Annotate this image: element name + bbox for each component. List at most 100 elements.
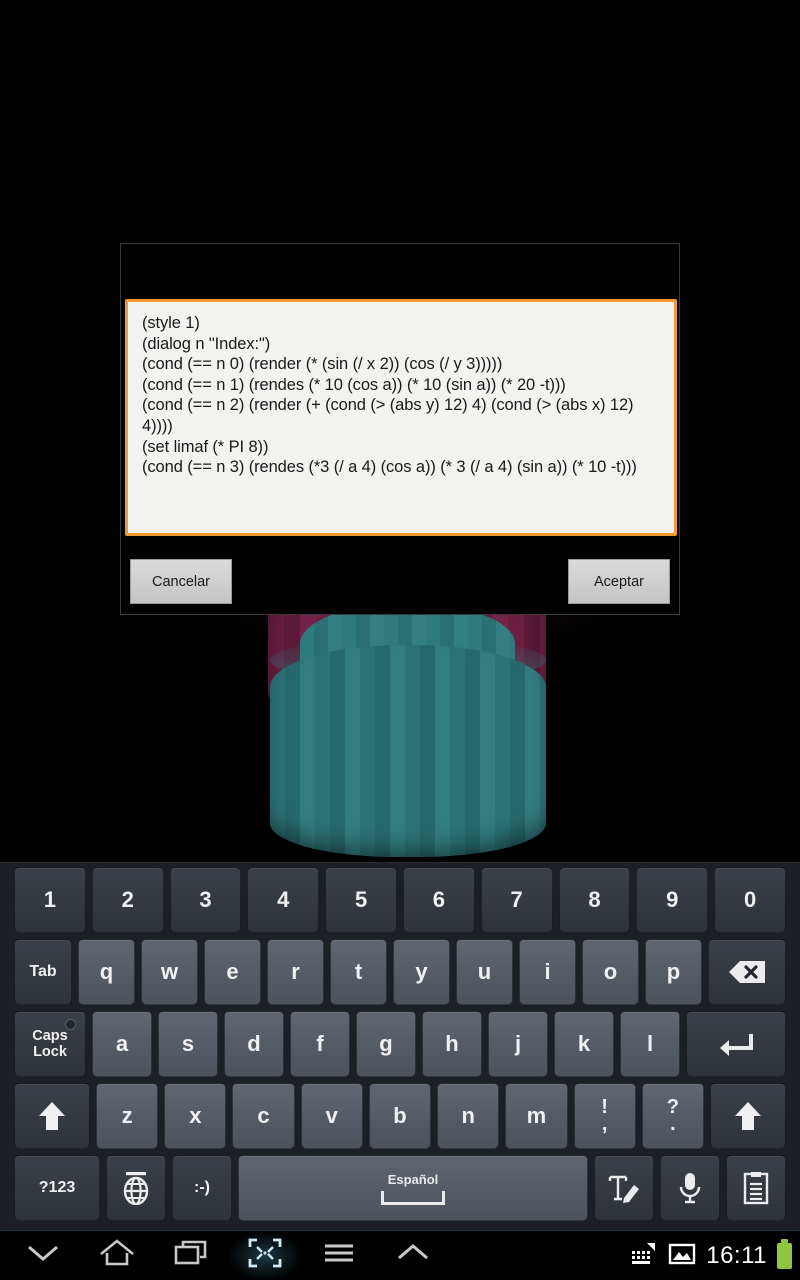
caps-lock-key[interactable]: Caps Lock xyxy=(14,1011,86,1077)
keyboard-row-home: Caps Lock a s d f g h j k l xyxy=(4,1011,796,1077)
expand-up-button[interactable] xyxy=(376,1231,450,1280)
key-p[interactable]: p xyxy=(645,939,702,1005)
home-button[interactable] xyxy=(80,1231,154,1280)
key-b[interactable]: b xyxy=(368,1083,432,1149)
handwriting-key[interactable] xyxy=(594,1155,654,1221)
hide-keyboard-icon xyxy=(26,1242,60,1269)
recent-apps-button[interactable] xyxy=(154,1231,228,1280)
handwriting-pen-icon xyxy=(607,1172,641,1204)
key-f[interactable]: f xyxy=(290,1011,350,1077)
cancel-button[interactable]: Cancelar xyxy=(130,559,232,604)
key-x[interactable]: x xyxy=(164,1083,227,1149)
key-question-period[interactable]: ? . xyxy=(641,1083,704,1149)
screenshot-icon xyxy=(248,1238,282,1273)
key-l[interactable]: l xyxy=(620,1011,680,1077)
keyboard-row-numbers: 1 2 3 4 5 6 7 8 9 0 xyxy=(4,867,796,933)
expand-up-icon xyxy=(396,1242,430,1269)
backspace-icon xyxy=(727,959,767,985)
screenshot-button[interactable] xyxy=(228,1230,302,1280)
key-0[interactable]: 0 xyxy=(714,867,786,933)
key-m[interactable]: m xyxy=(505,1083,568,1149)
dialog-title-bar xyxy=(121,244,679,299)
key-q[interactable]: q xyxy=(78,939,135,1005)
key-3[interactable]: 3 xyxy=(169,867,242,933)
key-t[interactable]: t xyxy=(330,939,387,1005)
menu-icon xyxy=(323,1242,355,1269)
key-w[interactable]: w xyxy=(141,939,198,1005)
hide-keyboard-button[interactable] xyxy=(6,1231,80,1280)
spacebar-marker-icon xyxy=(381,1190,445,1205)
enter-key[interactable] xyxy=(686,1011,786,1077)
space-key[interactable]: Español xyxy=(238,1155,588,1221)
key-h[interactable]: h xyxy=(422,1011,482,1077)
key-4[interactable]: 4 xyxy=(247,867,320,933)
dialog-title xyxy=(121,244,679,260)
menu-button[interactable] xyxy=(302,1231,376,1280)
script-editor-dialog: (style 1) (dialog n "Index:") (cond (== … xyxy=(120,243,680,615)
image-status-icon[interactable] xyxy=(668,1242,696,1271)
keyboard-language-label: Español xyxy=(387,1171,439,1187)
keyboard-row-functions: ?123 :-) Español xyxy=(4,1155,796,1221)
keyboard-status-icon[interactable] xyxy=(630,1241,658,1272)
key-r[interactable]: r xyxy=(267,939,324,1005)
backspace-key[interactable] xyxy=(708,939,786,1005)
symbols-key[interactable]: ?123 xyxy=(14,1155,100,1221)
key-y[interactable]: y xyxy=(393,939,450,1005)
key-8[interactable]: 8 xyxy=(558,867,631,933)
key-z[interactable]: z xyxy=(96,1083,159,1149)
key-i[interactable]: i xyxy=(519,939,576,1005)
recent-apps-icon xyxy=(173,1239,209,1272)
globe-language-icon xyxy=(121,1171,151,1205)
key-n[interactable]: n xyxy=(437,1083,500,1149)
caps-lock-label-line2: Lock xyxy=(33,1044,67,1060)
language-key[interactable] xyxy=(106,1155,166,1221)
key-1[interactable]: 1 xyxy=(14,867,86,933)
key-o[interactable]: o xyxy=(582,939,639,1005)
shift-up-arrow-icon xyxy=(37,1100,67,1132)
dialog-button-bar: Cancelar Aceptar xyxy=(121,542,679,614)
key-comma-label: , xyxy=(601,1113,608,1135)
key-e[interactable]: e xyxy=(204,939,261,1005)
microphone-icon xyxy=(677,1171,703,1205)
key-d[interactable]: d xyxy=(224,1011,284,1077)
key-a[interactable]: a xyxy=(92,1011,152,1077)
home-icon xyxy=(99,1239,135,1272)
key-c[interactable]: c xyxy=(232,1083,295,1149)
system-navigation-bar: 16:11 xyxy=(0,1230,800,1280)
shift-key-left[interactable] xyxy=(14,1083,90,1149)
key-9[interactable]: 9 xyxy=(636,867,709,933)
caps-lock-label-line1: Caps xyxy=(32,1028,68,1044)
key-j[interactable]: j xyxy=(488,1011,548,1077)
key-g[interactable]: g xyxy=(356,1011,416,1077)
key-6[interactable]: 6 xyxy=(402,867,475,933)
cylinder-outer-teal xyxy=(270,645,546,857)
key-v[interactable]: v xyxy=(300,1083,363,1149)
shift-up-arrow-icon xyxy=(733,1100,763,1132)
onscreen-keyboard: 1 2 3 4 5 6 7 8 9 0 Tab q w e r t y u i … xyxy=(0,862,800,1230)
emoji-key[interactable]: :-) xyxy=(172,1155,232,1221)
voice-input-key[interactable] xyxy=(660,1155,720,1221)
clipboard-key[interactable] xyxy=(726,1155,786,1221)
key-tab[interactable]: Tab xyxy=(14,939,72,1005)
status-area: 16:11 xyxy=(630,1231,792,1280)
key-u[interactable]: u xyxy=(456,939,513,1005)
clipboard-icon xyxy=(742,1171,770,1205)
android-tablet-screen: (style 1) (dialog n "Index:") (cond (== … xyxy=(0,0,800,1280)
keyboard-row-qwerty: Tab q w e r t y u i o p xyxy=(4,939,796,1005)
key-k[interactable]: k xyxy=(554,1011,614,1077)
battery-full-icon xyxy=(777,1239,792,1269)
keyboard-row-bottom-letters: z x c v b n m ! , ? . xyxy=(4,1083,796,1149)
caps-lock-led-icon xyxy=(65,1019,76,1030)
code-input-field[interactable]: (style 1) (dialog n "Index:") (cond (== … xyxy=(125,299,677,536)
key-5[interactable]: 5 xyxy=(325,867,397,933)
code-input-text: (style 1) (dialog n "Index:") (cond (== … xyxy=(142,314,637,477)
enter-icon xyxy=(718,1031,754,1057)
key-period-label: . xyxy=(670,1113,676,1135)
key-exclamation-comma[interactable]: ! , xyxy=(573,1083,636,1149)
key-7[interactable]: 7 xyxy=(480,867,553,933)
key-s[interactable]: s xyxy=(158,1011,218,1077)
accept-button[interactable]: Aceptar xyxy=(568,559,670,604)
key-2[interactable]: 2 xyxy=(91,867,164,933)
shift-key-right[interactable] xyxy=(709,1083,786,1149)
status-clock: 16:11 xyxy=(706,1242,767,1269)
